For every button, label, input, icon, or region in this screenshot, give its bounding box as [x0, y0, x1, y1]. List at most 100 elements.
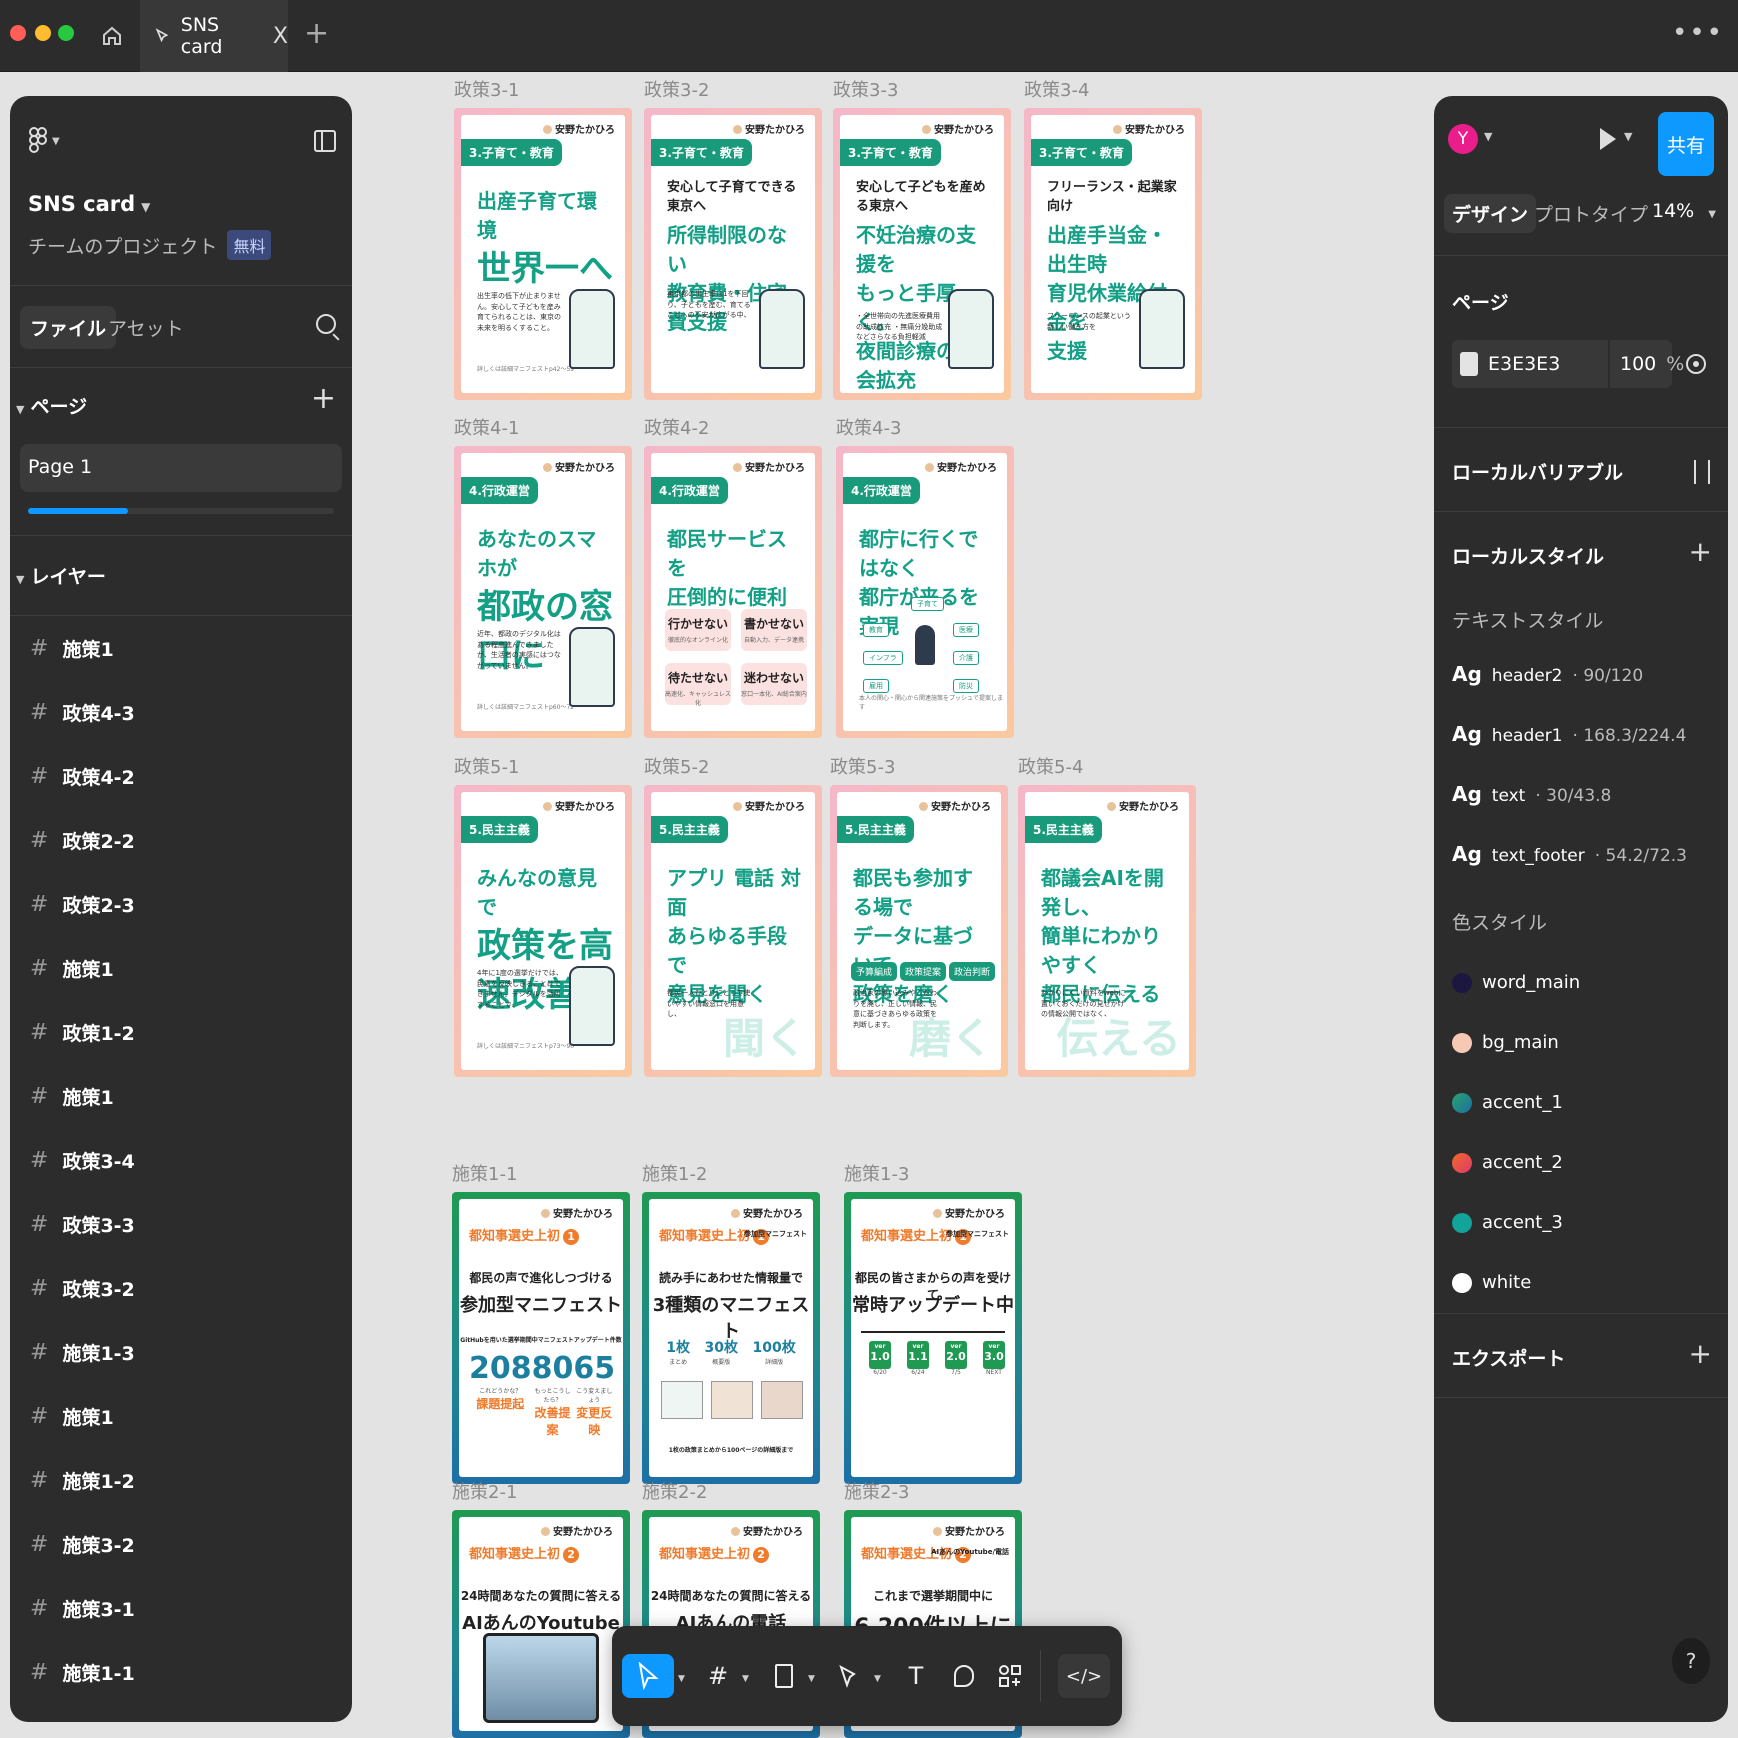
color-style-item[interactable]: word_main	[1452, 972, 1580, 993]
text-style-item[interactable]: Ag text · 30/43.8	[1452, 782, 1611, 806]
color-swatch[interactable]	[1460, 352, 1478, 376]
new-tab-button[interactable]: +	[304, 18, 329, 50]
text-tool[interactable]: T	[894, 1654, 938, 1698]
page-opacity-field[interactable]: 100 %	[1610, 340, 1684, 388]
color-style-item[interactable]: accent_2	[1452, 1152, 1563, 1173]
search-icon[interactable]	[316, 314, 336, 334]
layer-item[interactable]: # 施策1-3	[10, 1320, 352, 1384]
layer-item[interactable]: # 政策3-2	[10, 1256, 352, 1320]
file-tab[interactable]: SNS card X	[140, 0, 288, 72]
add-style-button[interactable]: +	[1689, 538, 1712, 566]
frame-tool[interactable]: #	[696, 1654, 740, 1698]
frame-label[interactable]: 政策4-3	[836, 414, 901, 440]
sns-card-frame[interactable]: 安野たかひろ5.民主主義都民も参加する場でデータに基づいて政策を磨く政治家の思い…	[830, 785, 1008, 1077]
add-page-button[interactable]: +	[311, 384, 336, 414]
tab-design[interactable]: デザイン	[1444, 194, 1537, 233]
color-style-item[interactable]: white	[1452, 1272, 1531, 1293]
layer-item[interactable]: # 政策2-2	[10, 808, 352, 872]
variables-icon[interactable]	[1694, 460, 1710, 484]
sns-card-frame[interactable]: 安野たかひろ 3.子育て・教育 安心して子育てできる東京へ 所得制限のない 教育費・住宅…	[644, 108, 822, 400]
layers-header[interactable]: ▼ レイヤー	[16, 562, 106, 589]
sns-card-frame[interactable]: 安野たかひろ4.行政運営都庁に行くではなく都庁が来るを実現本人の関心・関心から関…	[836, 446, 1014, 738]
layer-item[interactable]: # 施策1-2	[10, 1448, 352, 1512]
local-variables-title[interactable]: ローカルバリアブル	[1452, 458, 1623, 485]
sns-card-frame[interactable]: 安野たかひろ 4.行政運営 あなたのスマホが 都政の窓口に 近年、都政のデジタル化はある…	[454, 446, 632, 738]
sns-card-frame[interactable]: 安野たかひろ 3.子育て・教育 出産子育て環境 世界一へ 出生率の低下が止まりません。安…	[454, 108, 632, 400]
frame-label[interactable]: 施策1-2	[642, 1160, 707, 1186]
frame-label[interactable]: 施策2-1	[452, 1478, 517, 1504]
avatar[interactable]: Y	[1448, 124, 1478, 154]
sns-card-frame[interactable]: 安野たかひろ 5.民主主義 みんなの意見で 政策を高速改善 4年に1度の選挙だけでは、民…	[454, 785, 632, 1077]
text-style-item[interactable]: Ag text_footer · 54.2/72.3	[1452, 842, 1687, 866]
text-style-item[interactable]: Ag header2 · 90/120	[1452, 662, 1643, 686]
sns-card-frame[interactable]: 安野たかひろ 都知事選史上初 1 参加型マニフェスト 都民の皆さまからの声を受けて 常時ア…	[844, 1192, 1022, 1484]
tab-assets[interactable]: アセット	[108, 314, 184, 341]
frame-label[interactable]: 施策1-3	[844, 1160, 909, 1186]
frame-label[interactable]: 政策4-2	[644, 414, 709, 440]
layer-item[interactable]: # 施策1	[10, 936, 352, 1000]
add-export-button[interactable]: +	[1689, 1340, 1712, 1368]
layer-item[interactable]: # 施策3-1	[10, 1576, 352, 1640]
chevron-down-icon[interactable]: ▼	[874, 1674, 881, 1684]
chevron-down-icon[interactable]: ▼	[678, 1674, 685, 1684]
pages-scrollbar[interactable]	[28, 508, 334, 514]
home-tab[interactable]	[92, 16, 132, 56]
pages-scrollbar-thumb[interactable]	[28, 508, 128, 514]
more-menu-button[interactable]: •••	[1672, 18, 1724, 48]
sns-card-frame[interactable]: 安野たかひろ 都知事選史上初 1 参加型マニフェスト 読み手にあわせた情報量で 3種類のマ…	[642, 1192, 820, 1484]
project-name[interactable]: チームのプロジェクト	[28, 232, 217, 259]
layer-item[interactable]: # 施策3-2	[10, 1512, 352, 1576]
sidebar-toggle-icon[interactable]	[314, 130, 336, 152]
layer-item[interactable]: # 施策1-1	[10, 1640, 352, 1704]
frame-label[interactable]: 政策3-2	[644, 76, 709, 102]
present-play-icon[interactable]	[1600, 128, 1616, 150]
dev-mode-toggle[interactable]: </>	[1058, 1654, 1110, 1698]
layer-item[interactable]: # 政策3-4	[10, 1128, 352, 1192]
page-opacity-value[interactable]: 100	[1620, 353, 1656, 375]
frame-label[interactable]: 政策3-1	[454, 76, 519, 102]
chevron-down-icon[interactable]: ▼	[808, 1674, 815, 1684]
frame-label[interactable]: 政策5-2	[644, 753, 709, 779]
actions-tool[interactable]	[988, 1654, 1032, 1698]
layer-item[interactable]: # 政策2-3	[10, 872, 352, 936]
layer-item[interactable]: # 政策1-2	[10, 1000, 352, 1064]
sns-card-frame[interactable]: 安野たかひろ 5.民主主義 都議会AIを開発し、 簡単にわかりやすく 都民に伝える わかり…	[1018, 785, 1196, 1077]
chevron-down-icon[interactable]: ▼	[1624, 130, 1632, 143]
plan-badge[interactable]: 無料	[227, 230, 272, 260]
help-button[interactable]: ?	[1672, 1638, 1710, 1684]
text-style-item[interactable]: Ag header1 · 168.3/224.4	[1452, 722, 1686, 746]
layer-item[interactable]: # 政策4-3	[10, 680, 352, 744]
sns-card-frame[interactable]: 安野たかひろ 3.子育て・教育 安心して子どもを産める東京へ 不妊治療の支援を もっと手…	[833, 108, 1011, 400]
chevron-down-icon[interactable]: ▼	[1484, 130, 1492, 143]
frame-label[interactable]: 政策3-4	[1024, 76, 1089, 102]
frame-label[interactable]: 政策3-3	[833, 76, 898, 102]
page-color-field[interactable]: E3E3E3	[1452, 340, 1608, 388]
frame-label[interactable]: 施策1-1	[452, 1160, 517, 1186]
color-style-item[interactable]: bg_main	[1452, 1032, 1559, 1053]
zoom-window-button[interactable]	[58, 25, 74, 41]
file-name[interactable]: SNS card ▼	[28, 192, 150, 216]
visibility-eye-icon[interactable]	[1686, 354, 1706, 374]
frame-label[interactable]: 政策5-1	[454, 753, 519, 779]
tab-close-button[interactable]: X	[273, 24, 288, 49]
frame-label[interactable]: 政策5-4	[1018, 753, 1083, 779]
chevron-down-icon[interactable]: ▼	[742, 1674, 749, 1684]
sns-card-frame[interactable]: 安野たかひろ 5.民主主義 アプリ 電話 対面 あらゆる手段で 意見を聞く 都民一人ひとり…	[644, 785, 822, 1077]
layer-item[interactable]: # 政策4-2	[10, 744, 352, 808]
zoom-dropdown[interactable]: 14% ▼	[1652, 200, 1716, 222]
close-window-button[interactable]	[10, 25, 26, 41]
tab-prototype[interactable]: プロトタイプ	[1534, 200, 1648, 227]
sns-card-frame[interactable]: 安野たかひろ4.行政運営都民サービスを圧倒的に便利に行かせない徹底的なオンライン…	[644, 446, 822, 738]
color-style-item[interactable]: accent_3	[1452, 1212, 1563, 1233]
sns-card-frame[interactable]: 安野たかひろ 都知事選史上初 2 24時間あなたの質問に答える AIあんのYoutube	[452, 1510, 630, 1738]
page-item[interactable]: Page 1	[20, 444, 342, 492]
main-menu-button[interactable]: ▼	[28, 126, 60, 156]
minimize-window-button[interactable]	[35, 25, 51, 41]
frame-label[interactable]: 政策4-1	[454, 414, 519, 440]
color-style-item[interactable]: accent_1	[1452, 1092, 1563, 1113]
layer-item[interactable]: # 施策1	[10, 1384, 352, 1448]
sns-card-frame[interactable]: 安野たかひろ 3.子育て・教育 フリーランス・起業家向け 出産手当金・出生時 育児休業給…	[1024, 108, 1202, 400]
sns-card-frame[interactable]: 安野たかひろ 都知事選史上初 1 都民の声で進化しつづける 参加型マニフェスト GitHu…	[452, 1192, 630, 1484]
frame-label[interactable]: 施策2-3	[844, 1478, 909, 1504]
page-color-value[interactable]: E3E3E3	[1488, 353, 1560, 375]
